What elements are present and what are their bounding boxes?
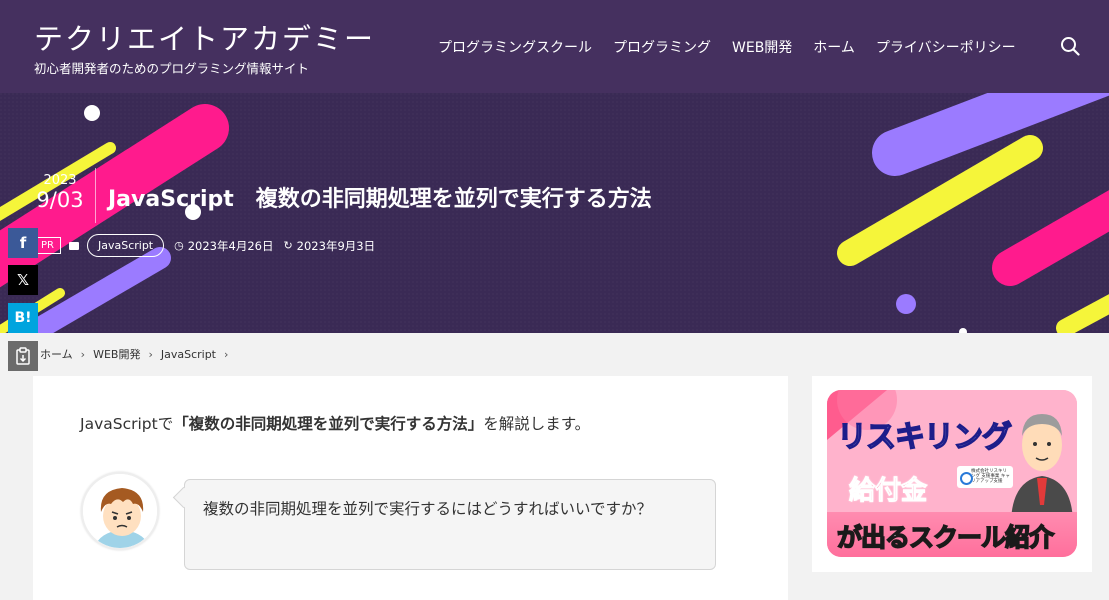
clock-icon: ◷ [174, 239, 184, 252]
sidebar: リスキリング 給付金 株式会社リスキリング 支援事業 キャリアアップ支援 が出る… [812, 376, 1092, 572]
banner-badge: 株式会社リスキリング 支援事業 キャリアアップ支援 [957, 466, 1013, 488]
share-x-button[interactable]: 𝕏 [8, 265, 38, 295]
avatar-illustration [83, 474, 157, 548]
nav-item-programming[interactable]: プログラミング [613, 37, 711, 57]
reskilling-banner[interactable]: リスキリング 給付金 株式会社リスキリング 支援事業 キャリアアップ支援 が出る… [827, 390, 1077, 557]
copy-link-button[interactable] [8, 341, 38, 371]
post-meta: PR JavaScript ◷ 2023年4月26日 ↻ 2023年9月3日 [34, 234, 375, 257]
nav-item-programming-school[interactable]: プログラミングスクール [438, 37, 592, 57]
post-date-year: 2023 [43, 173, 77, 188]
post-title: JavaScript 複数の非同期処理を並列で実行する方法 [108, 187, 652, 212]
nav-item-privacy-policy[interactable]: プライバシーポリシー [876, 37, 1016, 57]
businessman-illustration [1011, 414, 1073, 520]
banner-subtitle: 給付金 [848, 476, 928, 507]
banner-title: リスキリング [836, 419, 1013, 456]
breadcrumb-home[interactable]: ホーム [40, 346, 73, 362]
intro-paragraph: JavaScriptで「複数の非同期処理を並列で実行する方法」を解説します。 [80, 412, 590, 434]
copy-icon [16, 347, 30, 365]
pr-badge: PR [34, 237, 61, 254]
updated-date: 2023年9月3日 [296, 238, 376, 253]
chevron-right-icon: › [80, 347, 86, 361]
post-date: 2023 9/03 [30, 173, 90, 212]
intro-suffix: を解説します。 [483, 415, 591, 433]
post-hero: 2023 9/03 JavaScript 複数の非同期処理を並列で実行する方法 … [0, 93, 1109, 333]
chevron-right-icon: › [148, 347, 153, 361]
banner-footer: が出るスクール紹介 [827, 512, 1077, 557]
search-icon[interactable] [1060, 36, 1080, 56]
banner-footer-text: が出るスクール紹介 [836, 522, 1055, 553]
breadcrumb-javascript[interactable]: JavaScript [161, 348, 216, 361]
speech-bubble: 複数の非同期処理を並列で実行するにはどうすればいいですか？ [184, 479, 716, 570]
site-tagline: 初心者開発者のためのプログラミング情報サイト [34, 61, 310, 76]
folder-icon [68, 241, 79, 250]
date-divider [95, 168, 96, 223]
site-header: テクリエイトアカデミー 初心者開発者のためのプログラミング情報サイト プログラミ… [0, 0, 1109, 93]
main-nav: プログラミングスクール プログラミング WEB開発 ホーム プライバシーポリシー [438, 37, 1037, 57]
avatar [81, 472, 159, 550]
nav-item-web-dev[interactable]: WEB開発 [732, 37, 792, 57]
share-facebook-button[interactable]: f [8, 228, 38, 258]
breadcrumb: ホーム › WEB開発 › JavaScript › [40, 346, 236, 362]
breadcrumb-web-dev[interactable]: WEB開発 [93, 346, 140, 362]
post-date-month-day: 9/03 [36, 188, 84, 212]
hero-background-art [0, 93, 1109, 333]
category-tag[interactable]: JavaScript [86, 234, 165, 257]
nav-item-home[interactable]: ホーム [813, 37, 855, 57]
published-date: 2023年4月26日 [187, 238, 274, 253]
intro-prefix: JavaScriptで [80, 415, 174, 433]
share-hatena-button[interactable]: B! [8, 303, 38, 333]
chevron-right-icon: › [224, 347, 229, 361]
site-logo[interactable]: テクリエイトアカデミー [34, 16, 375, 58]
article-body: JavaScriptで「複数の非同期処理を並列で実行する方法」を解説します。 複… [33, 376, 788, 600]
refresh-icon: ↻ [283, 239, 293, 252]
intro-emphasis: 「複数の非同期処理を並列で実行する方法」 [173, 415, 484, 433]
